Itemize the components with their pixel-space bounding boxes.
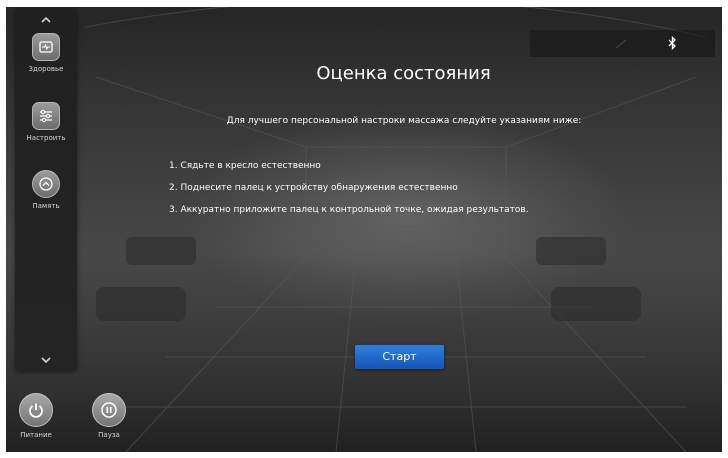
pause-label: Пауза	[98, 431, 120, 439]
pause-icon	[92, 393, 126, 427]
sliders-icon	[32, 102, 60, 130]
pause-control[interactable]: Пауза	[86, 393, 132, 439]
health-monitor-icon	[32, 33, 60, 61]
power-icon	[19, 393, 53, 427]
power-label: Питание	[20, 431, 52, 439]
signal-icon	[615, 39, 627, 49]
sidebar-item-label: Здоровье	[28, 65, 64, 73]
instruction-item: 1. Сядьте в кресло естественно	[169, 161, 321, 171]
sidebar-item-configure[interactable]: Настроить	[15, 102, 77, 142]
page-subtitle: Для лучшего персональной настроки массаж…	[226, 116, 582, 126]
sidebar-item-label: Настроить	[26, 134, 66, 142]
chevron-down-icon[interactable]	[41, 355, 51, 366]
chevron-up-icon[interactable]	[41, 15, 51, 26]
sidebar: Здоровье Настроить Память	[15, 10, 77, 372]
instructions-list: 1. Сядьте в кресло естественно 2. Поднес…	[169, 155, 669, 221]
memory-icon	[32, 170, 60, 198]
page-title: Оценка состояния	[316, 63, 491, 84]
sidebar-item-memory[interactable]: Память	[15, 170, 77, 210]
status-bar	[530, 30, 715, 57]
instruction-item: 2. Поднесите палец к устройству обнаруже…	[169, 183, 458, 193]
power-control[interactable]: Питание	[13, 393, 59, 439]
start-button[interactable]: Старт	[355, 345, 444, 369]
bluetooth-icon[interactable]	[668, 36, 677, 50]
app-screen: Здоровье Настроить Память Оценка состоян…	[6, 7, 722, 452]
instruction-item: 3. Аккуратно приложите палец к контрольн…	[169, 205, 529, 215]
sidebar-item-health[interactable]: Здоровье	[15, 33, 77, 73]
sidebar-item-label: Память	[32, 202, 60, 210]
